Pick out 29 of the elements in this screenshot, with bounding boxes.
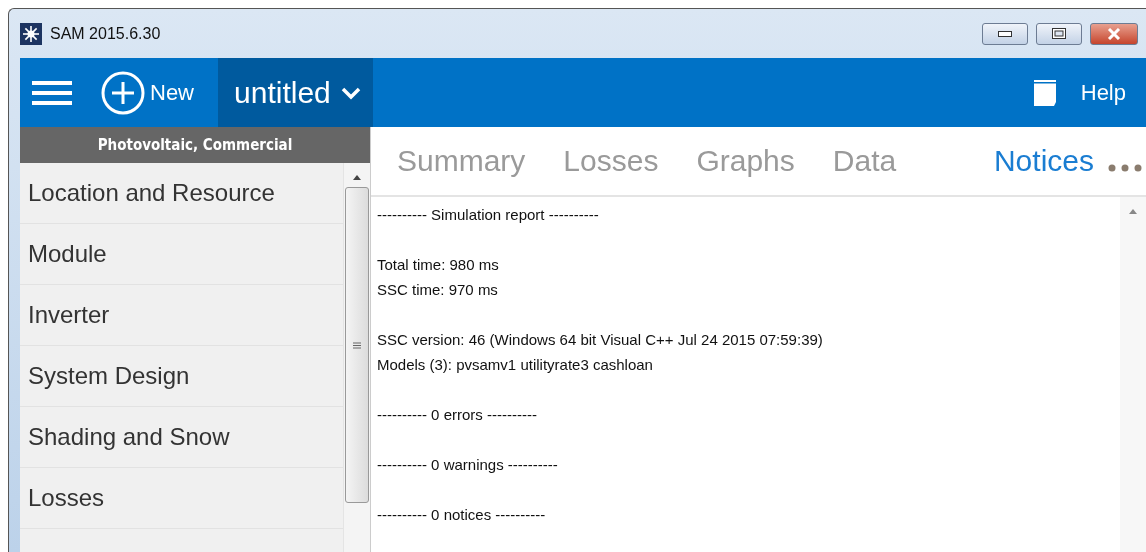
report-line: SSC time: 970 ms	[377, 280, 499, 300]
file-dropdown[interactable]: untitled	[218, 58, 373, 127]
book-icon	[1032, 79, 1057, 106]
help-button[interactable]: Help	[1080, 79, 1126, 106]
report-line: ---------- 0 notices ----------	[377, 505, 547, 525]
window-title: SAM 2015.6.30	[50, 24, 162, 43]
report-line: Models (3): pvsamv1 utilityrate3 cashloan	[377, 355, 654, 375]
scroll-up-icon[interactable]	[352, 173, 362, 181]
scrollbar[interactable]	[343, 163, 370, 552]
report-line: Total time: 980 ms	[377, 255, 500, 275]
minimize-button[interactable]	[982, 22, 1028, 45]
scrollbar[interactable]	[1120, 197, 1146, 552]
sidebar-header: Photovoltaic, Commercial	[20, 127, 370, 163]
more-icon[interactable]	[1108, 164, 1142, 172]
maximize-button[interactable]	[1036, 22, 1082, 45]
close-icon	[1106, 27, 1122, 40]
report-line: SSC version: 46 (Windows 64 bit Visual C++ Jul 24 2015 07:59:39)	[377, 330, 824, 350]
grip-icon	[353, 341, 361, 349]
minimize-icon	[998, 30, 1012, 37]
maximize-icon	[1052, 28, 1066, 39]
chevron-down-icon	[340, 85, 361, 100]
close-button[interactable]	[1090, 22, 1138, 45]
menu-button[interactable]	[32, 79, 72, 106]
report-line: ---------- 0 errors ----------	[377, 405, 538, 425]
tab[interactable]: Notices	[993, 144, 1094, 178]
report-line: ---------- 0 warnings ----------	[377, 455, 559, 475]
report-line: ---------- Simulation report ----------	[377, 205, 600, 225]
sun-icon	[20, 22, 42, 45]
new-button[interactable]: New	[100, 69, 194, 116]
